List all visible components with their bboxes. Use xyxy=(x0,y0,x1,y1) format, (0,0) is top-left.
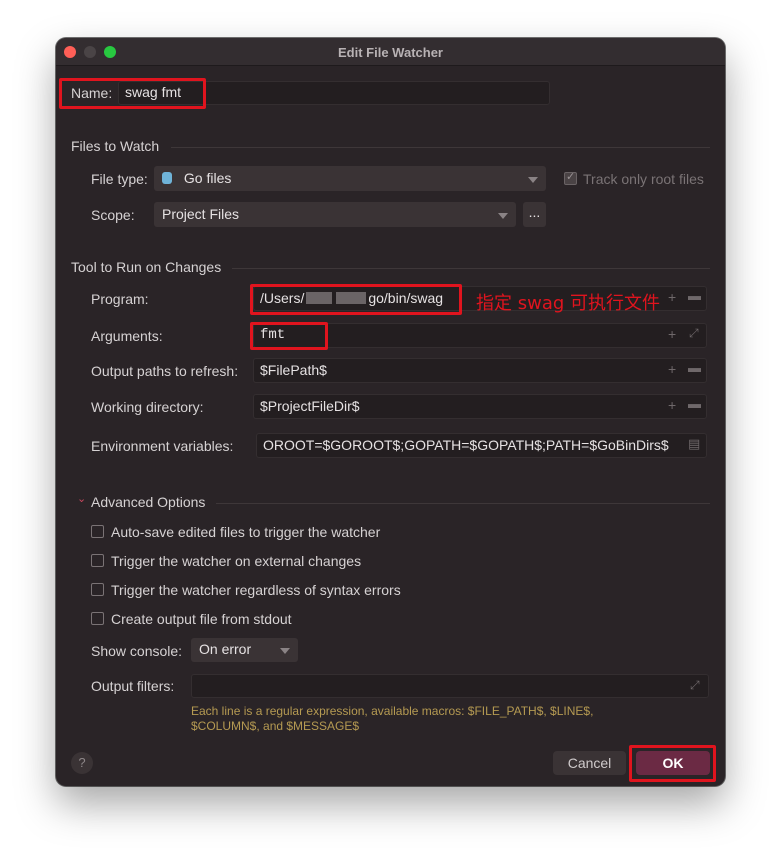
document-icon[interactable]: ▤ xyxy=(688,436,700,452)
scope-select[interactable]: Project Files xyxy=(154,202,516,227)
checkmark-icon: ✓ xyxy=(566,171,576,183)
working-directory-label: Working directory: xyxy=(91,399,204,415)
files-to-watch-separator xyxy=(171,147,710,148)
scope-label: Scope: xyxy=(91,207,135,223)
scope-more-label: ... xyxy=(528,204,541,220)
files-to-watch-heading: Files to Watch xyxy=(71,138,160,154)
help-icon: ? xyxy=(78,755,86,770)
output-paths-label: Output paths to refresh: xyxy=(91,363,239,379)
plus-icon[interactable]: + xyxy=(668,361,676,377)
folder-icon[interactable]: ▬ xyxy=(688,288,701,303)
environment-variables-input[interactable]: OROOT=$GOROOT$;GOPATH=$GOPATH$;PATH=$GoB… xyxy=(256,433,707,458)
external-changes-checkbox[interactable] xyxy=(91,554,104,567)
go-file-icon xyxy=(162,172,172,184)
tool-separator xyxy=(232,268,710,269)
output-from-stdout-label: Create output file from stdout xyxy=(111,611,292,627)
output-filters-note-line2: $COLUMN$, and $MESSAGE$ xyxy=(191,719,360,733)
working-directory-value: $ProjectFileDir$ xyxy=(260,398,360,414)
output-paths-value: $FilePath$ xyxy=(260,362,327,378)
advanced-options-heading[interactable]: Advanced Options xyxy=(91,494,205,510)
chevron-down-icon xyxy=(498,213,508,219)
file-type-select[interactable]: Go files xyxy=(154,166,546,191)
ok-highlight xyxy=(629,745,716,782)
syntax-errors-checkbox[interactable] xyxy=(91,583,104,596)
scope-value: Project Files xyxy=(162,206,240,222)
output-filters-label: Output filters: xyxy=(91,678,175,694)
chevron-down-icon xyxy=(280,648,290,654)
show-console-select[interactable]: On error xyxy=(191,638,298,662)
output-from-stdout-checkbox[interactable] xyxy=(91,612,104,625)
track-only-root-label: Track only root files xyxy=(583,171,704,187)
track-only-root-checkbox[interactable]: ✓ xyxy=(564,171,577,185)
output-filters-note-line1: Each line is a regular expression, avail… xyxy=(191,704,594,718)
auto-save-checkbox[interactable] xyxy=(91,525,104,538)
arguments-label: Arguments: xyxy=(91,328,163,344)
expand-icon[interactable]: ⤢ xyxy=(690,678,700,693)
program-annotation: 指定 swag 可执行文件 xyxy=(476,293,660,314)
cancel-button[interactable]: Cancel xyxy=(553,751,626,775)
show-console-label: Show console: xyxy=(91,643,183,659)
tool-heading: Tool to Run on Changes xyxy=(71,259,222,275)
output-filters-input[interactable] xyxy=(191,674,709,698)
environment-variables-label: Environment variables: xyxy=(91,438,234,454)
program-highlight xyxy=(250,284,462,315)
help-button[interactable]: ? xyxy=(71,752,93,774)
cancel-label: Cancel xyxy=(567,755,612,771)
show-console-value: On error xyxy=(199,641,252,657)
window-title: Edit File Watcher xyxy=(338,45,443,60)
title-bar: Edit File Watcher xyxy=(56,38,725,66)
file-type-value: Go files xyxy=(183,170,232,186)
chevron-down-icon xyxy=(528,177,538,183)
folder-icon[interactable]: ▬ xyxy=(688,360,701,375)
plus-icon[interactable]: + xyxy=(668,397,676,413)
plus-icon[interactable]: + xyxy=(668,326,676,342)
environment-variables-value: OROOT=$GOROOT$;GOPATH=$GOPATH$;PATH=$GoB… xyxy=(263,437,669,453)
folder-icon[interactable]: ▬ xyxy=(688,396,701,411)
advanced-separator xyxy=(216,503,710,504)
output-filters-note: Each line is a regular expression, avail… xyxy=(191,704,593,734)
working-directory-input[interactable]: $ProjectFileDir$ xyxy=(253,394,707,419)
expand-icon[interactable]: ⤢ xyxy=(689,326,699,341)
external-changes-label: Trigger the watcher on external changes xyxy=(111,553,362,569)
auto-save-label: Auto-save edited files to trigger the wa… xyxy=(111,524,381,540)
output-paths-input[interactable]: $FilePath$ xyxy=(253,358,707,383)
file-type-label: File type: xyxy=(91,171,148,187)
name-highlight xyxy=(59,78,206,109)
edit-file-watcher-dialog: Edit File Watcher Name: swag fmt Files t… xyxy=(56,38,725,786)
arguments-highlight xyxy=(250,322,328,350)
plus-icon[interactable]: + xyxy=(668,289,676,305)
scope-more-button[interactable]: ... xyxy=(523,202,546,227)
chevron-down-icon[interactable]: ⌄ xyxy=(77,492,86,505)
program-label: Program: xyxy=(91,291,149,307)
syntax-errors-label: Trigger the watcher regardless of syntax… xyxy=(111,582,401,598)
